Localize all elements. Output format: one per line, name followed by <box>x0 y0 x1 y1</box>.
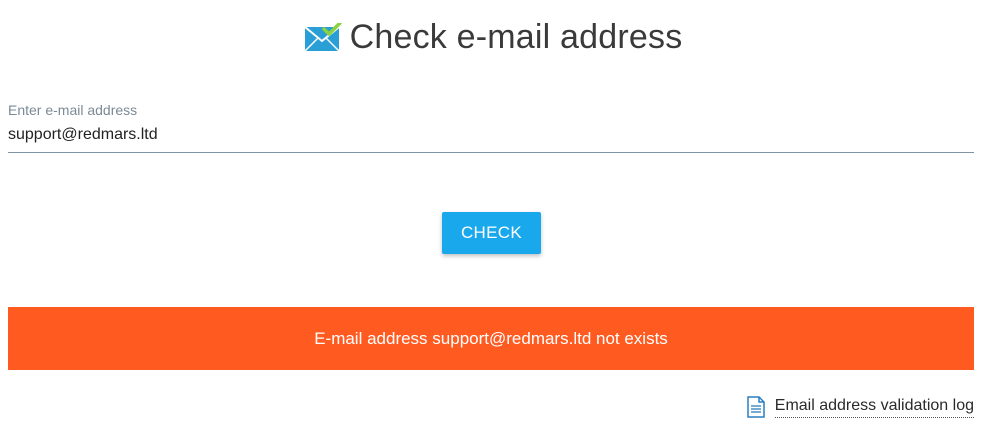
validation-log-link[interactable]: Email address validation log <box>747 396 974 418</box>
email-field-group: Enter e-mail address <box>8 102 974 153</box>
envelope-check-icon <box>303 20 342 53</box>
email-field-label: Enter e-mail address <box>8 102 138 118</box>
validation-log-label: Email address validation log <box>774 397 974 418</box>
result-message: E-mail address support@redmars.ltd not e… <box>314 328 668 348</box>
page-header: Check e-mail address <box>0 18 986 57</box>
page-title: Check e-mail address <box>349 18 683 56</box>
document-icon <box>747 396 765 418</box>
email-field[interactable] <box>8 126 974 153</box>
check-button[interactable]: CHECK <box>442 212 541 254</box>
result-banner: E-mail address support@redmars.ltd not e… <box>8 307 974 370</box>
